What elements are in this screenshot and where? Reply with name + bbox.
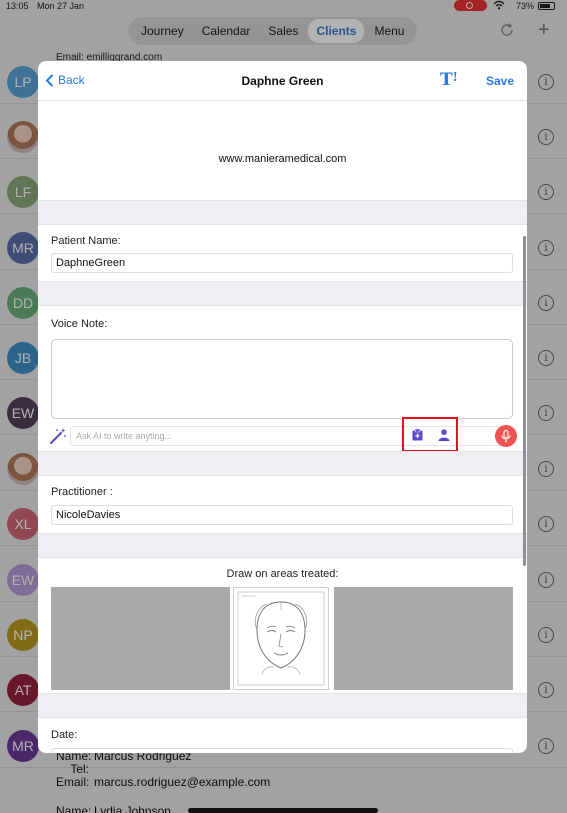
home-indicator[interactable] xyxy=(188,808,378,813)
practitioner-field[interactable]: NicoleDavies xyxy=(51,505,513,525)
voice-record-button[interactable] xyxy=(495,425,517,447)
client-form-modal: Back Daphne Green T! Save www.manieramed… xyxy=(38,61,527,753)
section-divider xyxy=(38,200,527,225)
section-divider xyxy=(38,533,527,558)
drawing-area-left[interactable] xyxy=(51,587,230,690)
clinic-website: www.manieramedical.com xyxy=(218,153,347,165)
save-button[interactable]: Save xyxy=(486,74,514,88)
modal-header: Back Daphne Green T! Save xyxy=(38,61,527,101)
face-chart-image[interactable] xyxy=(233,587,329,690)
patient-name-field[interactable]: DaphneGreen xyxy=(51,253,513,273)
section-divider xyxy=(38,281,527,306)
date-field[interactable] xyxy=(51,748,513,753)
scrollbar[interactable] xyxy=(523,236,526,566)
practitioner-label: Practitioner : xyxy=(51,486,113,498)
patient-name-label: Patient Name: xyxy=(51,235,121,247)
draw-areas-label: Draw on areas treated: xyxy=(226,568,339,580)
voice-note-label: Voice Note: xyxy=(51,318,108,330)
section-divider xyxy=(38,693,527,718)
section-divider xyxy=(38,451,527,476)
magic-wand-icon[interactable] xyxy=(49,427,67,445)
text-size-icon: T xyxy=(440,70,453,90)
drawing-area-right[interactable] xyxy=(334,587,513,690)
treatment-plan-icon[interactable] xyxy=(412,429,423,441)
date-label: Date: xyxy=(51,729,78,741)
voice-note-textarea[interactable] xyxy=(51,339,513,419)
face-diagram-icon xyxy=(237,591,325,686)
person-icon[interactable] xyxy=(438,429,450,441)
microphone-icon xyxy=(501,429,511,442)
text-size-button[interactable]: T! xyxy=(440,70,458,90)
